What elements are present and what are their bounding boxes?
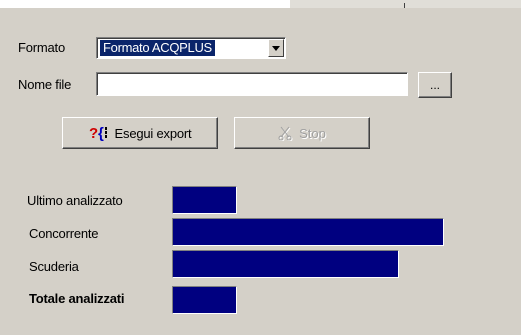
nome-file-label: Nome file — [18, 77, 72, 92]
stop-button[interactable]: Stop — [234, 117, 370, 149]
svg-text:?: ? — [89, 125, 98, 142]
esegui-export-label: Esegui export — [114, 125, 192, 141]
top-strip-white — [0, 0, 290, 8]
top-strip-tick — [404, 3, 405, 8]
formato-select[interactable]: Formato ACQPLUS — [96, 37, 286, 59]
esegui-export-button[interactable]: ? { Esegui export — [62, 117, 218, 149]
browse-button[interactable]: ... — [418, 72, 452, 98]
chevron-down-icon[interactable] — [268, 39, 284, 57]
scuderia-label: Scuderia — [29, 259, 79, 274]
ultimo-analizzato-bar — [172, 186, 237, 214]
ultimo-analizzato-label: Ultimo analizzato — [27, 193, 123, 208]
formato-selected-value: Formato ACQPLUS — [100, 40, 215, 56]
totale-analizzati-label: Totale analizzati — [29, 291, 125, 306]
svg-text:{: { — [98, 125, 104, 142]
stop-label: Stop — [299, 125, 326, 141]
totale-analizzati-bar — [172, 286, 237, 314]
export-query-icon: ? { — [89, 123, 111, 143]
stop-scissors-icon — [278, 125, 294, 141]
nome-file-input[interactable] — [96, 72, 408, 96]
concorrente-label: Concorrente — [29, 226, 99, 241]
scuderia-bar — [172, 250, 399, 278]
concorrente-bar — [172, 218, 444, 246]
formato-label: Formato — [18, 40, 66, 55]
top-strip — [0, 0, 521, 8]
